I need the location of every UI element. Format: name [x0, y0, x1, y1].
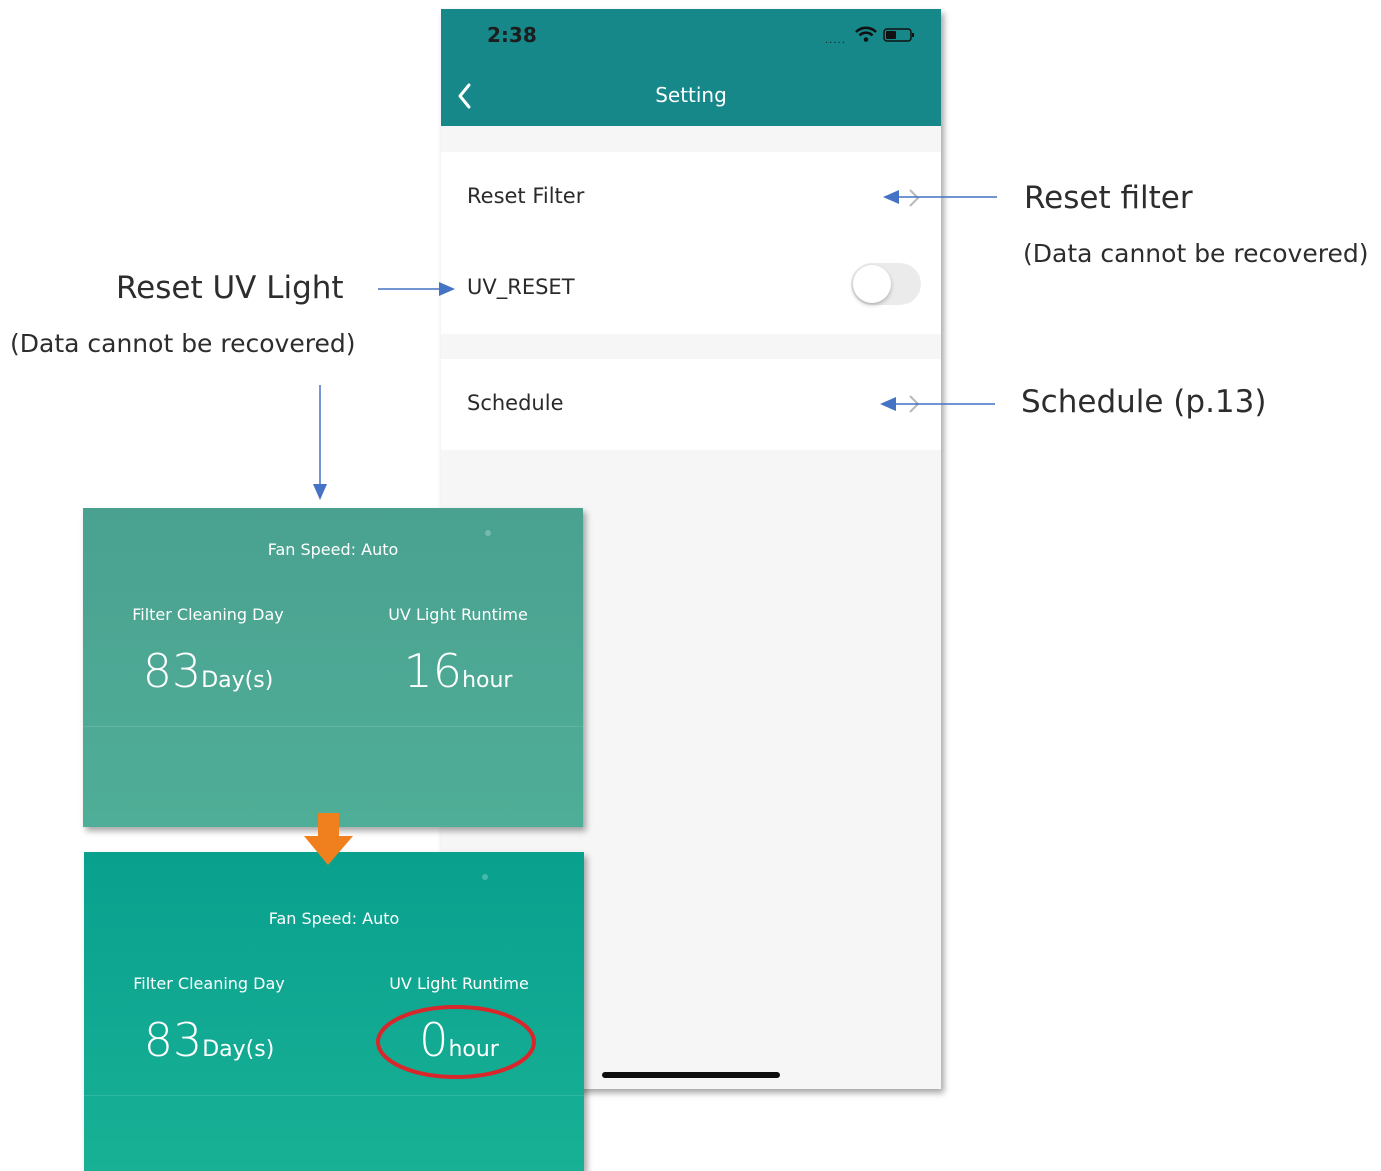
filter-days-number: 83: [142, 644, 202, 698]
reset-filter-label: Reset Filter: [467, 184, 585, 208]
panel-divider: [83, 726, 583, 727]
annotation-reset-uv-title: Reset UV Light: [116, 270, 344, 306]
uv-reset-label: UV_RESET: [467, 275, 575, 299]
panel-divider: [84, 1095, 584, 1096]
down-arrow-to-panel: [313, 385, 327, 500]
filter-days-number: 83: [143, 1013, 203, 1067]
uv-runtime-label: UV Light Runtime: [388, 605, 528, 624]
settings-group-reset: Reset Filter UV_RESET: [441, 152, 941, 334]
filter-cleaning-value: 83Day(s): [83, 644, 333, 698]
schedule-row[interactable]: Schedule: [441, 359, 941, 450]
schedule-label: Schedule: [467, 391, 564, 415]
decorative-dot: [485, 530, 491, 536]
status-panel-before: Fan Speed: Auto Filter Cleaning Day UV L…: [83, 508, 583, 827]
reset-filter-row[interactable]: Reset Filter: [441, 152, 941, 243]
annotation-reset-filter-note: (Data cannot be recovered): [1023, 239, 1369, 268]
uv-reset-row: UV_RESET: [441, 243, 941, 334]
annotation-reset-uv-note: (Data cannot be recovered): [10, 329, 356, 358]
annotation-schedule-title: Schedule (p.13): [1021, 384, 1267, 420]
navigation-bar: 2:38 ..... Setting: [441, 9, 941, 126]
annotation-reset-filter-title: Reset filter: [1024, 180, 1193, 216]
uv-reset-toggle[interactable]: [851, 263, 921, 305]
filter-days-unit: Day(s): [202, 1037, 275, 1062]
page-title: Setting: [655, 83, 727, 107]
chevron-right-icon: [909, 395, 920, 413]
filter-cleaning-value: 83Day(s): [84, 1013, 334, 1067]
status-time: 2:38: [487, 23, 537, 47]
chevron-right-icon: [909, 189, 920, 207]
settings-group-schedule: Schedule: [441, 359, 941, 450]
uv-runtime-value: 16hour: [333, 644, 583, 698]
filter-days-unit: Day(s): [201, 668, 274, 693]
decorative-dot: [482, 874, 488, 880]
home-indicator: [602, 1072, 780, 1078]
filter-cleaning-label: Filter Cleaning Day: [132, 605, 284, 624]
uv-hours-number: 16: [403, 644, 463, 698]
uv-hours-unit: hour: [462, 668, 513, 693]
fan-speed-text: Fan Speed: Auto: [268, 909, 400, 928]
wifi-icon: [855, 26, 877, 42]
highlight-ellipse: [376, 1005, 536, 1079]
signal-dots: .....: [825, 35, 846, 46]
uv-runtime-label: UV Light Runtime: [389, 974, 529, 993]
fan-speed-text: Fan Speed: Auto: [267, 540, 399, 559]
toggle-knob: [853, 265, 891, 303]
filter-cleaning-label: Filter Cleaning Day: [133, 974, 285, 993]
battery-icon: [883, 28, 914, 42]
